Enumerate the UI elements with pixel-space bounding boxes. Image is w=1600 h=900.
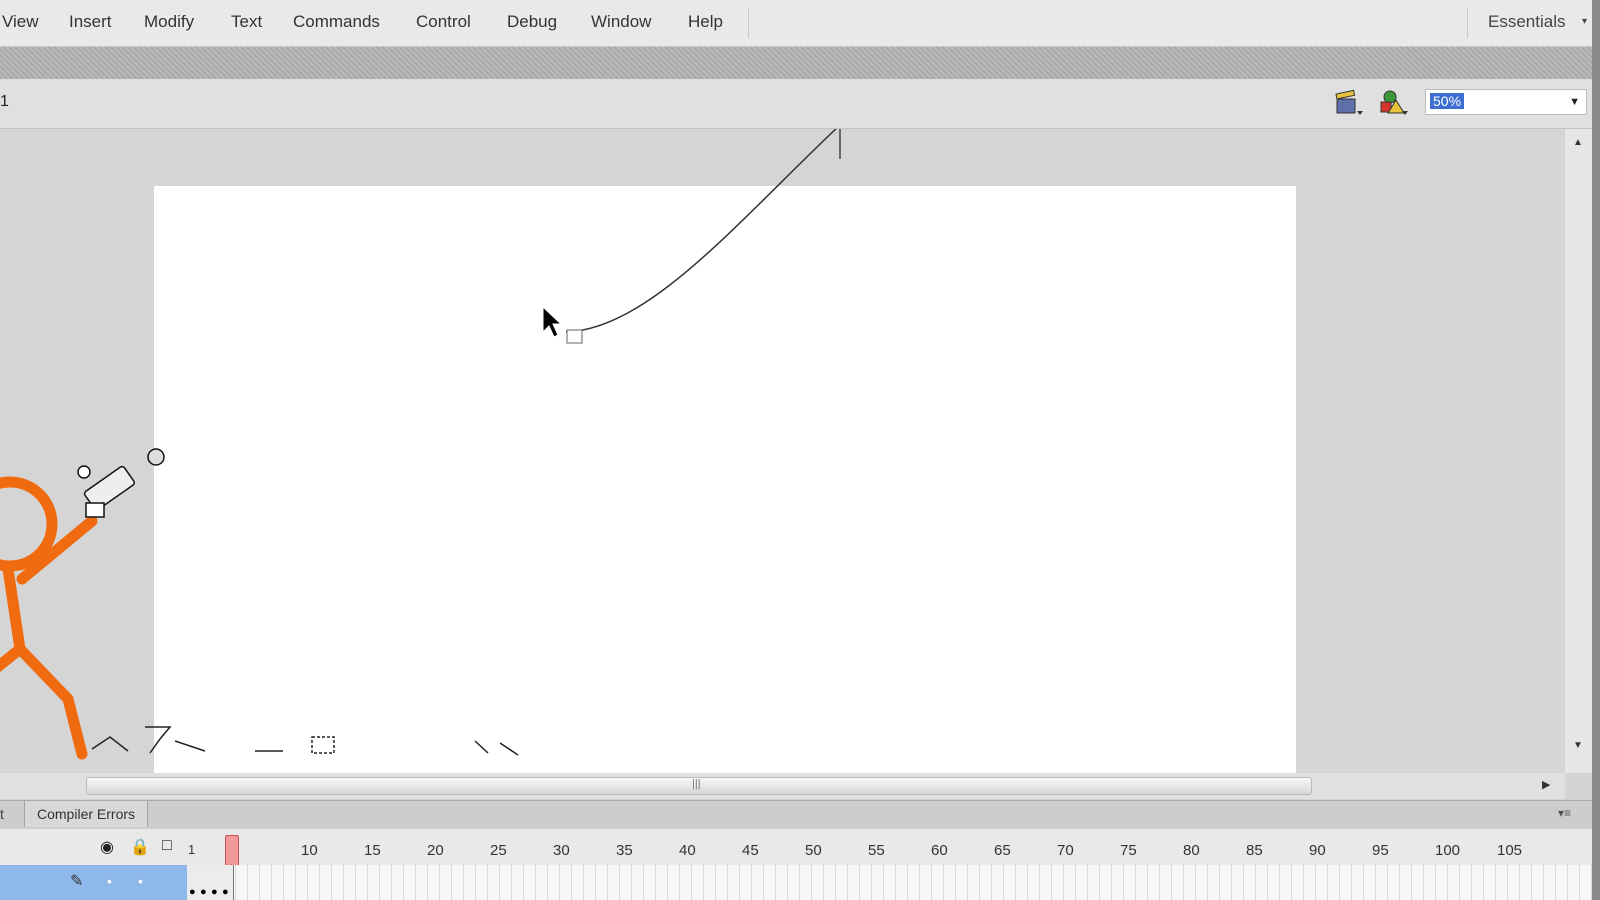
menu-window[interactable]: Window xyxy=(591,12,651,32)
menu-view[interactable]: View xyxy=(2,12,39,32)
stage-scribbles xyxy=(91,726,519,756)
frame-grid[interactable]: ● ● ● ● xyxy=(187,865,1592,900)
scroll-down-arrow-icon[interactable]: ▼ xyxy=(1573,740,1583,751)
frame-number: 60 xyxy=(931,842,948,859)
eye-icon[interactable]: ◉ xyxy=(100,837,114,857)
frame-number: 20 xyxy=(427,842,444,859)
frame-number: 95 xyxy=(1372,842,1389,859)
tab-edge[interactable]: t xyxy=(0,806,4,822)
keyframe-dot: ● xyxy=(211,886,218,898)
frame-number: 50 xyxy=(805,842,822,859)
frame-number: 1 xyxy=(188,842,196,857)
stick-figure xyxy=(0,476,98,760)
zoom-select[interactable]: 50% ▼ xyxy=(1425,89,1587,115)
timeline-header: ◉ 🔒 □ 1 10 15 20 25 30 35 40 45 50 55 60… xyxy=(0,829,1592,866)
playhead[interactable] xyxy=(225,835,239,866)
frame-number: 35 xyxy=(616,842,633,859)
menu-bar: View Insert Modify Text Commands Control… xyxy=(0,0,1600,47)
document-tab-bar xyxy=(0,47,1592,79)
grip-icon: ||| xyxy=(692,778,701,790)
panel-edge xyxy=(1592,0,1600,900)
gun-prop xyxy=(77,448,165,518)
symbols-icon[interactable] xyxy=(1378,89,1408,117)
frame-number: 40 xyxy=(679,842,696,859)
layer-row[interactable]: ✎ • • xyxy=(0,865,187,900)
menu-commands[interactable]: Commands xyxy=(293,12,380,32)
frame-number: 65 xyxy=(994,842,1011,859)
outline-icon[interactable]: □ xyxy=(162,837,172,855)
scrollbar-thumb[interactable]: ||| xyxy=(86,777,1312,795)
timeline-panel: ◉ 🔒 □ 1 10 15 20 25 30 35 40 45 50 55 60… xyxy=(0,829,1592,900)
clapperboard-icon[interactable] xyxy=(1333,89,1363,117)
frame-number: 10 xyxy=(301,842,318,859)
frame-number: 105 xyxy=(1497,842,1523,859)
pencil-icon: ✎ xyxy=(70,873,84,890)
menu-insert[interactable]: Insert xyxy=(69,12,112,32)
menu-debug[interactable]: Debug xyxy=(507,12,557,32)
frame-number: 85 xyxy=(1246,842,1263,859)
horizontal-scrollbar[interactable]: ||| ▶ xyxy=(0,773,1565,799)
panel-tab-bar: t Compiler Errors ▾≡ xyxy=(0,800,1592,830)
zoom-value[interactable]: 50% xyxy=(1430,93,1465,109)
frame-number: 15 xyxy=(364,842,381,859)
tab-compiler-errors[interactable]: Compiler Errors xyxy=(24,801,149,827)
pasteboard[interactable] xyxy=(0,129,1565,773)
chevron-down-icon[interactable]: ▾ xyxy=(1582,16,1587,27)
workspace-switcher[interactable]: Essentials xyxy=(1488,12,1565,32)
frame-number: 100 xyxy=(1435,842,1461,859)
keyframes[interactable]: ● ● ● ● xyxy=(187,865,234,900)
menu-help[interactable]: Help xyxy=(688,12,723,32)
lock-dot[interactable]: • xyxy=(138,873,143,889)
keyframe-dot: ● xyxy=(222,886,229,898)
menu-divider xyxy=(1467,8,1468,38)
frame-number: 90 xyxy=(1309,842,1326,859)
menu-divider xyxy=(748,8,749,38)
vertical-scrollbar[interactable]: ▲ ▼ xyxy=(1565,129,1592,773)
cursor-icon xyxy=(542,305,563,338)
edit-bar: 1 50% ▼ xyxy=(0,79,1592,129)
frame-number: 30 xyxy=(553,842,570,859)
keyframe-dot: ● xyxy=(200,886,207,898)
menu-control[interactable]: Control xyxy=(416,12,471,32)
frame-number: 75 xyxy=(1120,842,1137,859)
frame-number: 55 xyxy=(868,842,885,859)
chevron-down-icon[interactable]: ▼ xyxy=(1569,96,1580,108)
keyframe-dot: ● xyxy=(189,886,196,898)
visibility-dot[interactable]: • xyxy=(107,873,112,889)
scene-label: 1 xyxy=(0,93,9,110)
frame-number: 70 xyxy=(1057,842,1074,859)
panel-menu-icon[interactable]: ▾≡ xyxy=(1558,806,1571,820)
lock-icon[interactable]: 🔒 xyxy=(130,837,150,857)
scroll-up-arrow-icon[interactable]: ▲ xyxy=(1573,137,1583,148)
transform-handle xyxy=(566,329,583,344)
motion-path-curve xyxy=(565,129,837,333)
menu-text[interactable]: Text xyxy=(231,12,262,32)
menu-modify[interactable]: Modify xyxy=(144,12,194,32)
scroll-right-arrow-icon[interactable]: ▶ xyxy=(1542,778,1550,791)
frame-number: 25 xyxy=(490,842,507,859)
frame-number: 80 xyxy=(1183,842,1200,859)
frame-number: 45 xyxy=(742,842,759,859)
stage-drawing-layer xyxy=(0,129,841,760)
